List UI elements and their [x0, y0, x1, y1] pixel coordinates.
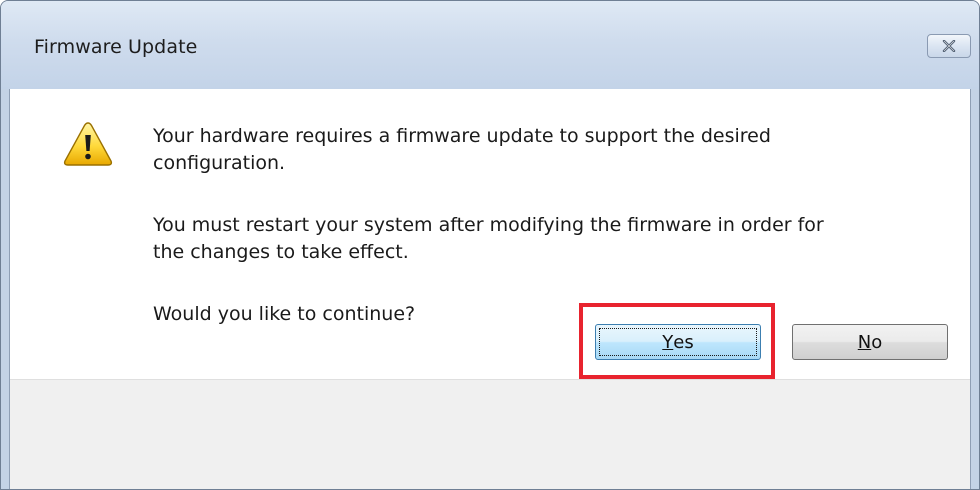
- message-line-4: the changes to take effect.: [153, 241, 409, 263]
- dialog-window: Firmware Update Your hardware requires a…: [0, 0, 980, 490]
- no-button[interactable]: No: [792, 324, 948, 360]
- dialog-title: Firmware Update: [34, 36, 198, 58]
- warning-triangle-icon: [63, 121, 113, 167]
- yes-button[interactable]: Yes: [595, 324, 761, 360]
- close-button[interactable]: [927, 34, 971, 58]
- message-line-2: configuration.: [153, 152, 286, 174]
- no-button-label: o: [871, 331, 883, 353]
- message-line-3: You must restart your system after modif…: [153, 214, 824, 236]
- no-button-mnemonic: N: [857, 331, 872, 353]
- close-icon: [941, 40, 957, 52]
- dialog-content: Your hardware requires a firmware update…: [9, 89, 971, 489]
- yes-button-label: es: [673, 331, 694, 353]
- message-line-5: Would you like to continue?: [153, 303, 416, 325]
- yes-button-mnemonic: Y: [662, 331, 674, 353]
- button-bar: [10, 379, 970, 489]
- message-line-1: Your hardware requires a firmware update…: [153, 125, 771, 147]
- title-bar[interactable]: Firmware Update: [1, 1, 979, 89]
